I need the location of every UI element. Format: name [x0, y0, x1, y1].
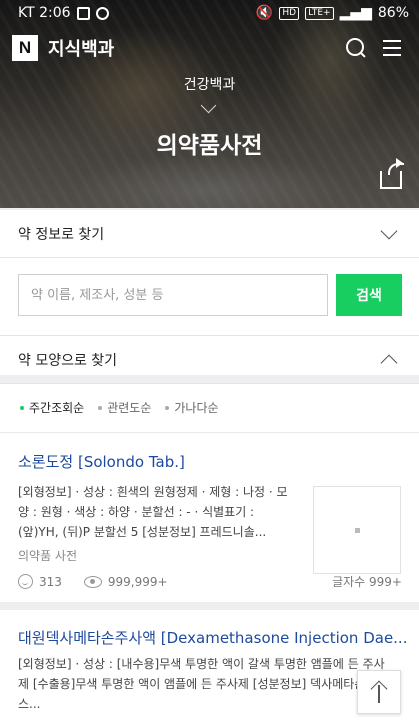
sort-bar: 주간조회순 관련도순 가나다순: [0, 383, 419, 433]
notification-icon: [95, 6, 109, 20]
battery-percent: 86%: [377, 5, 409, 21]
network-label: LTE+: [305, 6, 334, 20]
status-bar: KT 2:06 🔇 HD LTE+ ▂▄▆ 86%: [0, 0, 419, 26]
eye-icon: [83, 575, 102, 588]
chevron-down-icon: [380, 222, 398, 239]
hd-label: HD: [279, 6, 300, 20]
menu-icon[interactable]: [383, 40, 401, 56]
app-title[interactable]: 지식백과: [48, 35, 114, 61]
chevron-up-icon: [380, 354, 398, 371]
result-source: 의약품 사전: [18, 549, 78, 563]
find-by-info-label: 약 정보로 찾기: [18, 226, 105, 243]
sort-relevance[interactable]: 관련도순: [98, 399, 151, 416]
search-input[interactable]: [18, 274, 328, 316]
pill-thumbnail[interactable]: [313, 486, 401, 574]
search-icon[interactable]: [345, 37, 367, 59]
result-description[interactable]: [외형정보] · 성상 : 흰색의 원형정제 · 제형 : 나정 · 모양 : …: [18, 482, 298, 542]
find-by-info-toggle[interactable]: 약 정보로 찾기: [0, 210, 419, 258]
likes-count: 313: [39, 574, 62, 589]
hero-subtitle[interactable]: 건강백과: [0, 74, 419, 94]
char-count: 글자수 999+: [332, 575, 402, 589]
list-item[interactable]: 소론도정 [Solondo Tab.] [외형정보] · 성상 : 흰색의 원형…: [0, 434, 419, 610]
result-stats: 313 999,999+ 글자수 999+: [18, 573, 402, 590]
sort-label: 주간조회순: [29, 401, 85, 415]
sort-label: 가나다순: [174, 401, 219, 415]
find-by-shape-label: 약 모양으로 찾기: [18, 352, 118, 369]
sort-alphabetical[interactable]: 가나다순: [165, 399, 219, 416]
share-icon[interactable]: [380, 158, 404, 189]
search-button[interactable]: 검색: [336, 274, 402, 316]
mute-icon: 🔇: [255, 5, 274, 21]
views-count: 999,999+: [107, 574, 168, 589]
page-title: 의약품사전: [156, 133, 263, 159]
signal-icon: ▂▄▆: [339, 5, 372, 21]
sort-weekly-views[interactable]: 주간조회순: [20, 399, 84, 416]
gallery-icon: [76, 6, 90, 20]
sort-label: 관련도순: [107, 401, 152, 415]
carrier-time: KT 2:06: [18, 5, 71, 21]
result-description[interactable]: [외형정보] · 성상 : [내수용]무색 투명한 액이 갈색 투명한 앰플에 …: [18, 654, 390, 714]
naver-logo[interactable]: N: [12, 35, 38, 61]
result-title[interactable]: 대원덱사메타손주사액 [Dexamethasone Injection Dae.…: [18, 627, 407, 648]
scroll-to-top-button[interactable]: [357, 670, 401, 714]
result-title[interactable]: 소론도정 [Solondo Tab.]: [18, 451, 185, 472]
app-bar: N 지식백과: [0, 30, 419, 66]
search-area: 검색: [0, 258, 419, 336]
smile-icon[interactable]: [18, 574, 33, 589]
